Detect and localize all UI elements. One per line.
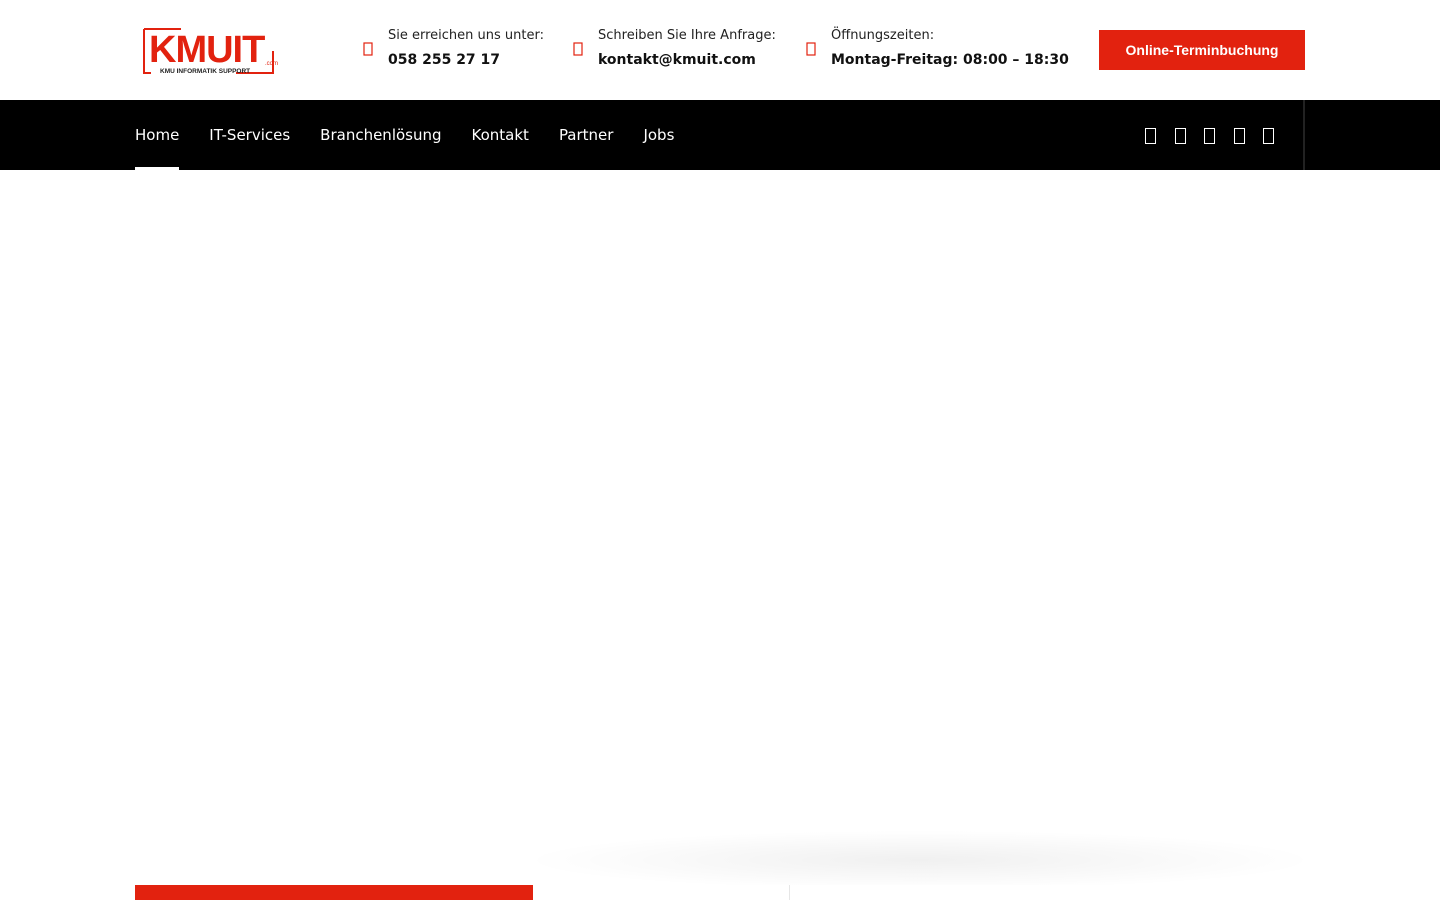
nav-item-jobs[interactable]: Jobs (643, 100, 674, 170)
feature-card-tertiary (790, 885, 1305, 900)
facebook-icon[interactable] (1140, 125, 1160, 145)
svg-text:.com: .com (265, 61, 278, 67)
site-logo[interactable]: KMUIT .com KMU INFORMATIK SUPPORT (141, 26, 281, 76)
nav-divider (1303, 100, 1305, 170)
instagram-icon[interactable] (1229, 125, 1249, 145)
main-navigation: Home IT-Services Branchenlösung Kontakt … (0, 100, 1440, 170)
twitter-icon[interactable] (1170, 125, 1190, 145)
feature-card-secondary (533, 885, 790, 900)
svg-text:KMU INFORMATIK SUPPORT: KMU INFORMATIK SUPPORT (160, 68, 250, 75)
envelope-icon (573, 42, 583, 56)
nav-item-kontakt[interactable]: Kontakt (472, 100, 529, 170)
youtube-icon[interactable] (1258, 125, 1278, 145)
phone-link[interactable]: 058 255 27 17 (388, 52, 500, 68)
phone-icon (363, 42, 373, 56)
feature-cards (135, 885, 1305, 900)
hours-value: Montag-Freitag: 08:00 – 18:30 (831, 52, 1069, 68)
social-links (1140, 100, 1288, 170)
card-shadow (520, 830, 1320, 890)
feature-card-primary (135, 885, 533, 900)
email-link[interactable]: kontakt@kmuit.com (598, 52, 756, 68)
top-header: KMUIT .com KMU INFORMATIK SUPPORT Sie er… (0, 0, 1440, 100)
nav-item-branchenloesung[interactable]: Branchenlösung (320, 100, 441, 170)
svg-text:KMUIT: KMUIT (149, 29, 265, 71)
nav-menu: Home IT-Services Branchenlösung Kontakt … (135, 100, 704, 170)
email-label: Schreiben Sie Ihre Anfrage: (598, 28, 776, 43)
kmuit-logo-icon: KMUIT .com KMU INFORMATIK SUPPORT (143, 28, 278, 75)
nav-item-it-services[interactable]: IT-Services (209, 100, 290, 170)
hero-section (0, 170, 1440, 885)
nav-item-partner[interactable]: Partner (559, 100, 614, 170)
clock-icon (806, 42, 816, 56)
hours-label: Öffnungszeiten: (831, 28, 935, 43)
online-booking-button[interactable]: Online-Terminbuchung (1099, 30, 1305, 70)
nav-item-home[interactable]: Home (135, 100, 180, 170)
linkedin-icon[interactable] (1199, 125, 1219, 145)
phone-label: Sie erreichen uns unter: (388, 28, 544, 43)
